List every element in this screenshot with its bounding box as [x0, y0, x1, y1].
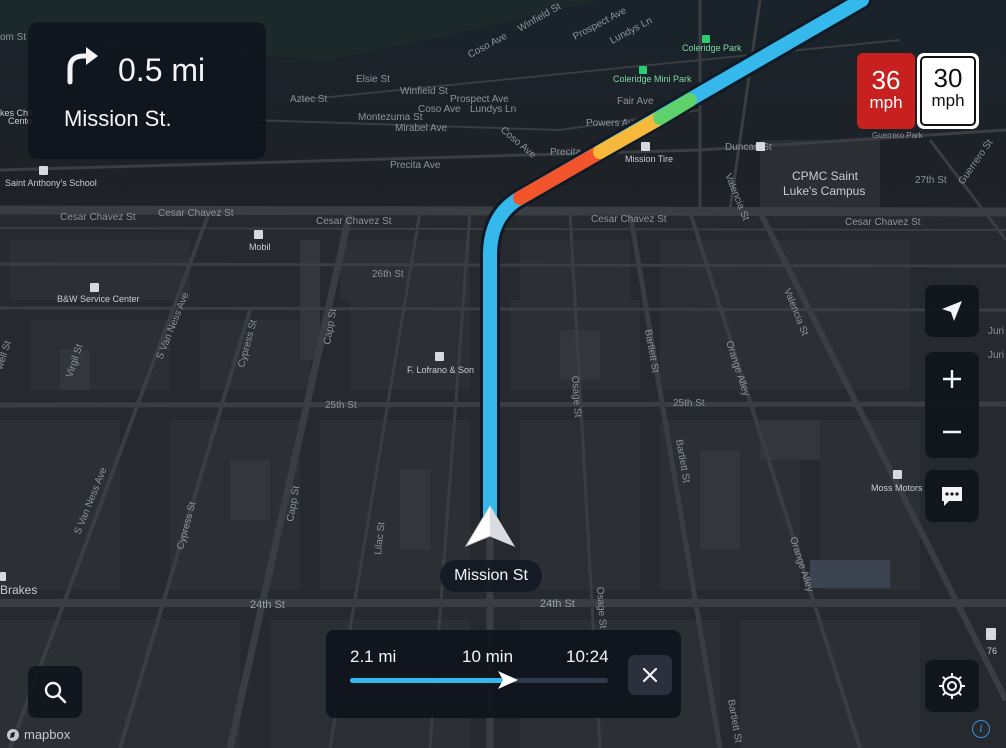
svg-text:Aztec St: Aztec St [290, 94, 327, 105]
trip-arrival-time: 10:24 [566, 647, 609, 666]
svg-text:Coleridge Mini Park: Coleridge Mini Park [613, 74, 692, 84]
svg-text:Juri: Juri [988, 350, 1004, 361]
trip-remaining-distance: 2.1 mi [350, 647, 397, 666]
close-icon [642, 667, 658, 683]
svg-text:CPMC Saint: CPMC Saint [792, 169, 859, 183]
svg-text:Elsie St: Elsie St [356, 74, 390, 85]
mapbox-logo: mapbox [6, 727, 70, 742]
maneuver-panel: 0.5 mi Mission St. [28, 22, 266, 159]
svg-text:24th St: 24th St [540, 598, 575, 610]
chat-bubble-icon [942, 487, 962, 506]
end-navigation-button[interactable] [628, 655, 672, 695]
svg-text:Winfield St: Winfield St [400, 86, 448, 97]
svg-text:27th St: 27th St [915, 175, 947, 186]
svg-text:Mobil: Mobil [249, 242, 271, 252]
svg-text:Cesar Chavez St: Cesar Chavez St [158, 208, 234, 219]
trip-remaining-time: 10 min [462, 647, 514, 666]
svg-text:om St: om St [0, 32, 26, 43]
minus-icon [943, 430, 961, 433]
trip-progress-bar [350, 671, 608, 689]
plus-icon [943, 369, 961, 388]
trip-summary-panel: 2.1 mi 10 min 10:24 [326, 630, 681, 718]
current-speed-value: 36 [871, 65, 901, 95]
speed-limit-sign: 30 mph [917, 53, 979, 129]
search-icon [44, 681, 67, 704]
feedback-button[interactable] [925, 470, 979, 522]
svg-text:Coso Ave: Coso Ave [418, 104, 461, 115]
progress-arrow-icon [497, 671, 518, 689]
svg-text:Precita Ave: Precita Ave [390, 160, 441, 171]
settings-button[interactable] [925, 660, 979, 712]
svg-text:B&W Service Center: B&W Service Center [57, 294, 140, 304]
maneuver-street: Mission St. [64, 106, 172, 131]
svg-text:Cesar Chavez St: Cesar Chavez St [60, 212, 136, 223]
maneuver-distance: 0.5 mi [118, 52, 206, 88]
svg-text:Moss Motors: Moss Motors [871, 483, 923, 493]
svg-text:76: 76 [987, 646, 997, 656]
svg-text:Mission Tire: Mission Tire [625, 154, 673, 164]
svg-text:Coleridge Park: Coleridge Park [682, 43, 742, 53]
svg-text:Lundys Ln: Lundys Ln [470, 104, 516, 115]
current-speed-badge: 36 mph [857, 53, 915, 129]
svg-text:25th St: 25th St [673, 398, 705, 409]
mapbox-logo-text: mapbox [24, 727, 71, 742]
recenter-button[interactable] [925, 285, 979, 337]
zoom-in-button[interactable] [925, 352, 979, 405]
svg-text:Saint Anthony's School: Saint Anthony's School [5, 178, 97, 188]
attribution-info-button[interactable]: i [972, 720, 990, 738]
svg-text:24th St: 24th St [250, 599, 285, 611]
svg-text:Guerrero Park: Guerrero Park [872, 131, 924, 140]
zoom-out-button[interactable] [925, 405, 979, 458]
svg-text:Montezuma St: Montezuma St [358, 112, 423, 123]
svg-text:26th St: 26th St [372, 269, 404, 280]
svg-text:25th St: 25th St [325, 400, 357, 411]
gear-icon [939, 673, 965, 699]
svg-text:Brakes: Brakes [0, 583, 37, 597]
turn-right-arrow-icon [67, 47, 98, 85]
search-button[interactable] [28, 666, 82, 718]
trip-progress-fill [350, 678, 510, 683]
svg-text:Fair Ave: Fair Ave [617, 96, 654, 107]
svg-text:Mirabel Ave: Mirabel Ave [395, 123, 448, 134]
current-street-label: Mission St [440, 560, 542, 592]
zoom-controls [925, 352, 979, 458]
svg-text:Cesar Chavez St: Cesar Chavez St [316, 216, 392, 227]
svg-text:F. Lofrano & Son: F. Lofrano & Son [407, 365, 474, 375]
svg-text:Cesar Chavez St: Cesar Chavez St [591, 214, 667, 225]
navigation-screen: Cesar Chavez St Cesar Chavez St Cesar Ch… [0, 0, 1006, 748]
svg-text:Juri: Juri [988, 326, 1004, 337]
mapbox-logo-icon [7, 728, 19, 741]
current-speed-unit: mph [869, 93, 903, 112]
svg-text:Luke's Campus: Luke's Campus [783, 184, 865, 198]
location-arrow-icon [942, 301, 962, 321]
svg-text:Cesar Chavez St: Cesar Chavez St [845, 217, 921, 228]
